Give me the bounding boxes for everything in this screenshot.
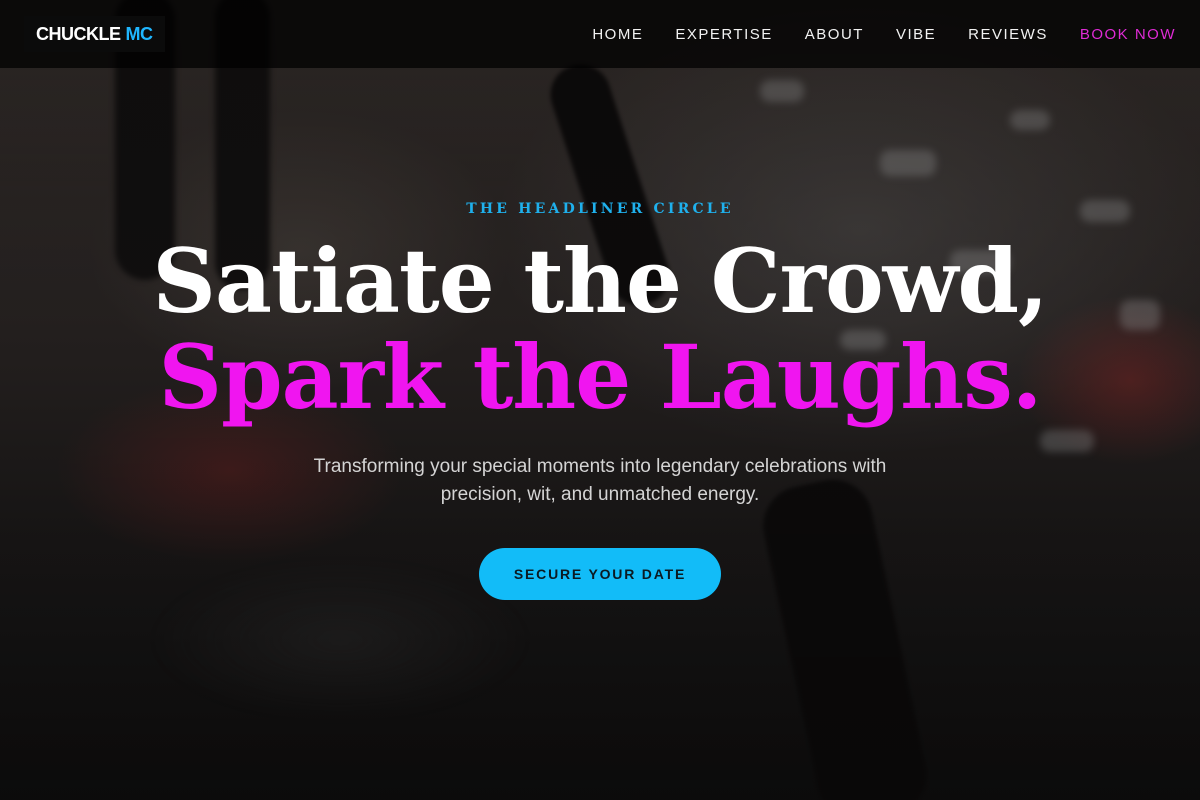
hero-eyebrow: THE HEADLINER CIRCLE — [466, 201, 734, 217]
nav-link-expertise[interactable]: EXPERTISE — [675, 26, 772, 43]
brand-name-primary: CHUCKLE — [36, 23, 121, 44]
brand-name-accent: MC — [125, 23, 154, 44]
nav-book-now-link[interactable]: BOOK NOW — [1080, 26, 1176, 43]
nav-link-vibe[interactable]: VIBE — [896, 26, 936, 43]
nav-link-home[interactable]: HOME — [592, 26, 643, 43]
hero-section: THE HEADLINER CIRCLE Satiate the Crowd, … — [0, 68, 1200, 800]
top-navbar: CHUCKLE MC HOME EXPERTISE ABOUT VIBE REV… — [0, 0, 1200, 68]
hero-headline-line1: Satiate the Crowd, — [152, 229, 1048, 333]
nav-link-about[interactable]: ABOUT — [805, 26, 864, 43]
hero-headline-line2: Spark the Laughs. — [158, 325, 1043, 429]
secure-date-button[interactable]: SECURE YOUR DATE — [479, 548, 721, 600]
hero-subtitle: Transforming your special moments into l… — [313, 456, 887, 505]
main-nav: HOME EXPERTISE ABOUT VIBE REVIEWS BOOK N… — [560, 26, 1176, 43]
nav-link-reviews[interactable]: REVIEWS — [968, 26, 1048, 43]
brand-logo[interactable]: CHUCKLE MC — [24, 16, 165, 52]
hero-headline: Satiate the Crowd, Spark the Laughs. — [0, 233, 1200, 425]
